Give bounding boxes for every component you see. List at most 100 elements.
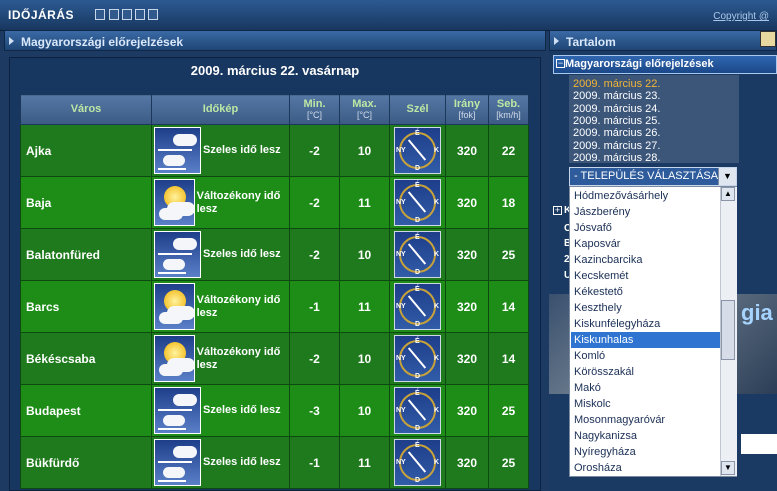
table-row[interactable]: Baja Változékony idő lesz -2 11 É D K NY 320 18 [20, 176, 529, 229]
minimize-icon[interactable] [109, 9, 119, 20]
city-option[interactable]: Keszthely [571, 300, 720, 316]
max-temp: 10 [339, 124, 390, 177]
table-row[interactable]: Balatonfüred Szeles idő lesz -2 10 É D K NY 320 2… [20, 228, 529, 281]
close-icon[interactable] [148, 9, 158, 20]
search-input[interactable] [741, 434, 777, 454]
wind-compass-icon: É D K NY [394, 439, 441, 486]
chevron-down-icon[interactable]: ▼ [718, 168, 736, 185]
weather-cell: Szeles idő lesz [151, 124, 290, 177]
col-header-wind[interactable]: Szél [389, 94, 446, 125]
forecast-table: Város Időkép Min. [°C] Max. [°C] Szél Irán… [20, 94, 529, 489]
city-option[interactable]: Kiskunfélegyháza [571, 316, 720, 332]
table-row[interactable]: Bükfürdő Szeles idő lesz -1 11 É D K NY 320 25 [20, 436, 529, 489]
date-link[interactable]: 2009. március 22. [573, 78, 660, 90]
sun-cloud-icon [154, 335, 195, 382]
col-header-speed[interactable]: Seb. [km/h] [488, 94, 529, 125]
scroll-up-icon[interactable]: ▲ [721, 187, 735, 201]
collapse-icon[interactable]: − [556, 59, 565, 68]
date-link[interactable]: 2009. március 28. [573, 152, 660, 164]
col-header-max[interactable]: Max. [°C] [339, 94, 390, 125]
date-link[interactable]: 2009. március 23. [573, 90, 660, 102]
wind-direction: 320 [445, 436, 489, 489]
wind-compass-icon: É D K NY [394, 387, 441, 434]
wind-direction: 320 [445, 280, 489, 333]
expand-arrow-icon [9, 37, 14, 45]
city-option[interactable]: Körösszakál [571, 364, 720, 380]
restore-icon[interactable] [122, 9, 132, 20]
expand-icon[interactable]: + [553, 206, 562, 215]
city-select-value: - TELEPÜLÉS VÁLASZTÁSA- [574, 170, 722, 182]
window-handle-icon[interactable] [95, 9, 105, 20]
date-link[interactable]: 2009. március 25. [573, 115, 660, 127]
compass-south-label: D [415, 373, 421, 380]
city-option[interactable]: Kazincbarcika [571, 252, 720, 268]
city-option[interactable]: Komló [571, 348, 720, 364]
maximize-icon[interactable] [135, 9, 145, 20]
max-temp: 11 [339, 176, 390, 229]
col-header-icon[interactable]: Időkép [151, 94, 290, 125]
max-temp: 10 [339, 228, 390, 281]
app-title: IDŐJÁRÁS [8, 8, 75, 22]
col-header-min[interactable]: Min. [°C] [289, 94, 340, 125]
copyright-link[interactable]: Copyright @ [713, 11, 769, 22]
weather-cell: Szeles idő lesz [151, 384, 290, 437]
compass-north-label: É [415, 130, 420, 137]
compass-west-label: NY [396, 147, 406, 154]
city-option[interactable]: Orosháza [571, 460, 720, 476]
city-option[interactable]: Miskolc [571, 396, 720, 412]
wind-direction: 320 [445, 332, 489, 385]
compass-east-label: K [434, 303, 440, 310]
compass-north-label: É [415, 286, 420, 293]
wind-speed: 18 [488, 176, 529, 229]
compass-west-label: NY [396, 355, 406, 362]
compass-west-label: NY [396, 251, 406, 258]
section-title: Magyarországi előrejelzések [565, 58, 714, 70]
date-link[interactable]: 2009. március 24. [573, 103, 660, 115]
table-row[interactable]: Barcs Változékony idő lesz -1 11 É D K NY 320 14 [20, 280, 529, 333]
forecast-panel-header[interactable]: Magyarországi előrejelzések [4, 30, 546, 51]
weather-cell: Változékony idő lesz [151, 332, 290, 385]
weather-cell: Szeles idő lesz [151, 228, 290, 281]
wind-compass-icon: É D K NY [394, 335, 441, 382]
compass-west-label: NY [396, 303, 406, 310]
panel-logo-icon [760, 31, 776, 47]
min-temp: -2 [289, 176, 340, 229]
compass-west-label: NY [396, 459, 406, 466]
city-name: Barcs [20, 280, 152, 333]
col-header-city[interactable]: Város [20, 94, 152, 125]
max-temp: 10 [339, 332, 390, 385]
city-option[interactable]: Mosonmagyaróvár [571, 412, 720, 428]
date-link[interactable]: 2009. március 26. [573, 127, 660, 139]
city-option[interactable]: Makó [571, 380, 720, 396]
max-temp: 10 [339, 384, 390, 437]
side-panel-header[interactable]: Tartalom [549, 30, 777, 51]
weather-cell: Változékony idő lesz [151, 280, 290, 333]
date-link[interactable]: 2009. március 27. [573, 140, 660, 152]
city-option[interactable]: Nyíregyháza [571, 444, 720, 460]
scrollbar-thumb[interactable] [721, 300, 735, 360]
wind-direction: 320 [445, 124, 489, 177]
table-row[interactable]: Ajka Szeles idő lesz -2 10 É D K NY 320 22 [20, 124, 529, 177]
city-option[interactable]: Jósvafő [571, 220, 720, 236]
scroll-down-icon[interactable]: ▼ [721, 461, 735, 475]
city-option[interactable]: Kiskunhalas [571, 332, 720, 348]
city-option[interactable]: Jászberény [571, 204, 720, 220]
windy-cloud-icon [154, 127, 201, 174]
compass-east-label: K [434, 251, 440, 258]
city-name: Bükfürdő [20, 436, 152, 489]
compass-south-label: D [415, 165, 421, 172]
city-option[interactable]: Hódmezővásárhely [571, 188, 720, 204]
city-option[interactable]: Kékestető [571, 284, 720, 300]
col-header-direction[interactable]: Irány [fok] [445, 94, 489, 125]
compass-south-label: D [415, 269, 421, 276]
city-option[interactable]: Kecskemét [571, 268, 720, 284]
city-option[interactable]: Nagykanizsa [571, 428, 720, 444]
wind-cell: É D K NY [389, 384, 446, 437]
city-option[interactable]: Kaposvár [571, 236, 720, 252]
wind-compass-icon: É D K NY [394, 127, 441, 174]
table-row[interactable]: Békéscsaba Változékony idő lesz -2 10 É D K NY 3… [20, 332, 529, 385]
table-row[interactable]: Budapest Szeles idő lesz -3 10 É D K NY 320 25 [20, 384, 529, 437]
weather-description: Szeles idő lesz [203, 248, 281, 260]
min-temp: -2 [289, 228, 340, 281]
wind-direction: 320 [445, 228, 489, 281]
